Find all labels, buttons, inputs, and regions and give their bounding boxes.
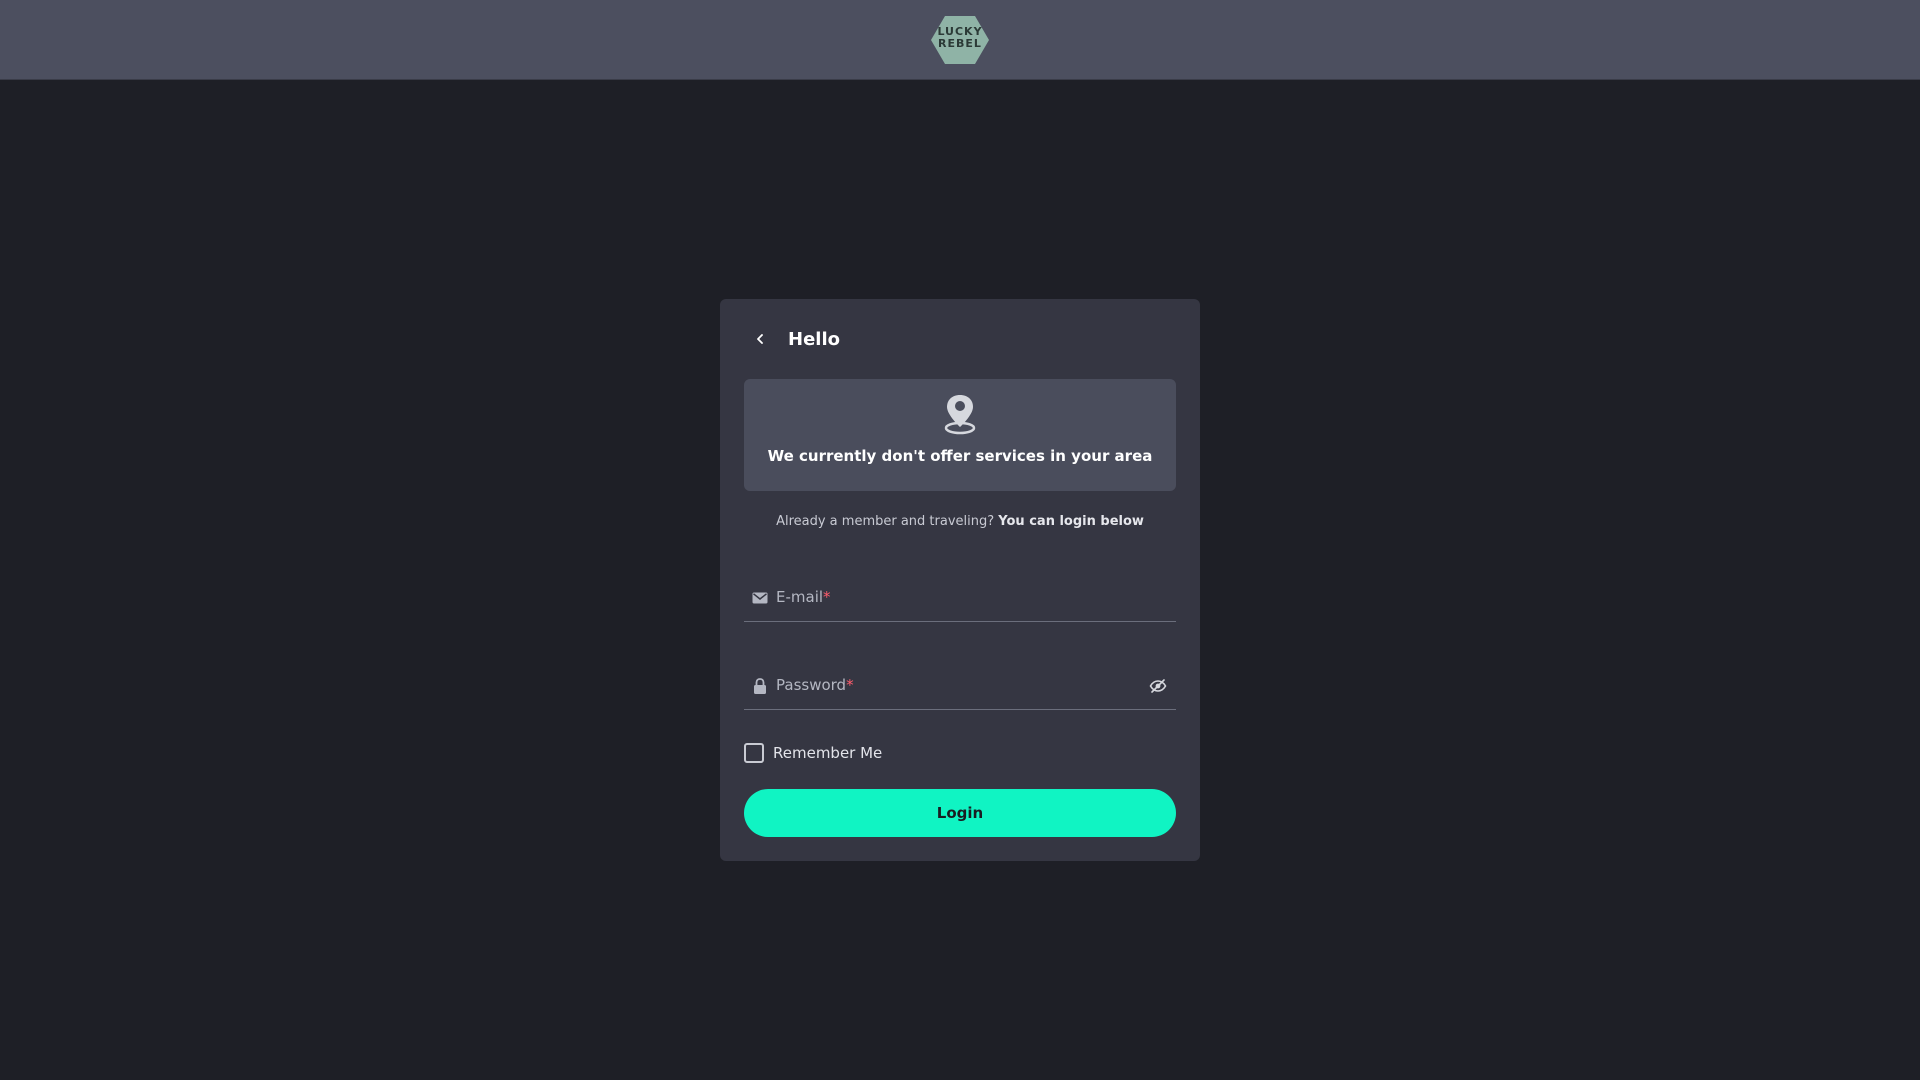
login-button[interactable]: Login bbox=[744, 789, 1176, 837]
card-header: Hello bbox=[744, 323, 1176, 355]
member-hint-cta: You can login below bbox=[998, 514, 1144, 529]
logo-text: LUCKY REBEL bbox=[930, 26, 990, 50]
logo[interactable]: LUCKY REBEL bbox=[930, 14, 990, 66]
login-card: Hello We currently don't offer services … bbox=[720, 299, 1200, 861]
location-pin-icon bbox=[944, 395, 976, 435]
notice-text: We currently don't offer services in you… bbox=[767, 447, 1153, 465]
top-bar: LUCKY REBEL bbox=[0, 0, 1920, 80]
password-field: Password* bbox=[744, 662, 1176, 710]
email-input[interactable] bbox=[776, 588, 1176, 607]
remember-me-label: Remember Me bbox=[773, 744, 883, 762]
back-icon bbox=[757, 334, 763, 344]
member-hint: Already a member and traveling? You can … bbox=[744, 514, 1176, 529]
remember-me-checkbox[interactable] bbox=[744, 743, 764, 763]
remember-me[interactable]: Remember Me bbox=[744, 742, 882, 764]
page-title: Hello bbox=[788, 328, 840, 350]
eye-off-icon bbox=[1149, 678, 1167, 693]
member-hint-text: Already a member and traveling? bbox=[776, 514, 995, 529]
region-notice: We currently don't offer services in you… bbox=[744, 379, 1176, 491]
password-input[interactable] bbox=[776, 676, 1144, 695]
email-field: E-mail* bbox=[744, 574, 1176, 622]
mail-icon bbox=[750, 592, 770, 604]
logo-line-2: REBEL bbox=[938, 37, 982, 50]
back-button[interactable] bbox=[744, 323, 776, 355]
lock-icon bbox=[750, 677, 770, 694]
toggle-password-visibility-button[interactable] bbox=[1144, 672, 1172, 700]
